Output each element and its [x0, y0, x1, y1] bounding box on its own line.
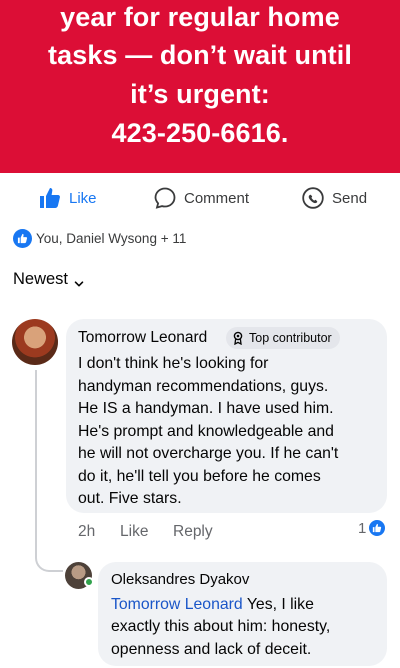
comment-button-label: Comment	[184, 189, 250, 207]
comment-text-line: He IS a handyman. I have used him.	[78, 400, 334, 417]
reply-bubble: Oleksandres Dyakov Tomorrow Leonard Yes,…	[98, 562, 387, 666]
comment-text-line: do it, he'll tell you before he comes	[78, 467, 321, 485]
comment-author-name[interactable]: Tomorrow Leonard	[78, 329, 207, 347]
reactions-summary[interactable]: You, Daniel Wysong + 11	[13, 228, 186, 248]
comment-bubble: Tomorrow Leonard Top contributor I don't…	[66, 319, 387, 513]
chevron-down-icon	[74, 275, 84, 286]
comment-button[interactable]: Comment	[153, 180, 249, 216]
comment-bubble-icon	[153, 186, 177, 210]
mention-link[interactable]: Tomorrow Leonard	[111, 596, 243, 613]
reply-text-fragment: Yes, I like	[242, 596, 314, 613]
reply-text-line: openness and lack of deceit.	[111, 640, 312, 658]
reply-text-line: Tomorrow Leonard Yes, I like	[111, 594, 379, 616]
reaction-count-value: 1	[358, 519, 367, 537]
reply-author-name[interactable]: Oleksandres Dyakov	[111, 571, 249, 588]
comment-sort-dropdown[interactable]: Newest	[13, 270, 84, 289]
like-reaction-icon	[13, 228, 32, 248]
avatar[interactable]	[12, 319, 58, 365]
reply-text-line: exactly this about him: honesty,	[111, 618, 331, 636]
thumbs-up-icon	[38, 186, 62, 210]
banner-text-line: 423-250-6616.	[111, 118, 289, 148]
online-status-dot	[84, 577, 94, 587]
comment-text-line: handyman recommendations, guys.	[78, 377, 329, 395]
banner-text-line: year for regular home	[60, 2, 340, 32]
reply-thread-connector	[35, 540, 63, 572]
comment-text-line: out. Five stars.	[78, 490, 182, 507]
comment-timestamp[interactable]: 2h	[78, 523, 95, 543]
reply-thread-line	[35, 370, 37, 558]
comment-text-line: he will not overcharge you. If he can't	[78, 445, 339, 462]
badge-icon	[232, 331, 244, 346]
top-contributor-label: Top contributor	[249, 331, 332, 345]
banner-text-line: it’s urgent:	[130, 79, 270, 109]
comment-like-button[interactable]: Like	[120, 523, 148, 543]
messenger-icon	[301, 186, 325, 210]
top-contributor-badge: Top contributor	[226, 327, 340, 349]
sort-label: Newest	[13, 270, 69, 288]
comment-reaction-count[interactable]: 1	[358, 519, 387, 537]
like-button[interactable]: Like	[38, 180, 97, 216]
reactions-summary-text: You, Daniel Wysong + 11	[36, 230, 187, 246]
reply-text: Tomorrow Leonard Yes, I like exactly thi…	[111, 594, 379, 661]
like-button-label: Like	[69, 189, 97, 207]
banner-text-line: tasks — don’t wait until	[48, 40, 352, 70]
like-reaction-icon	[368, 519, 387, 537]
send-button-label: Send	[332, 189, 368, 207]
comment-text-line: I don't think he's looking for	[78, 355, 269, 372]
send-button[interactable]: Send	[301, 180, 367, 216]
comment-text: I don't think he's looking for handyman …	[78, 353, 380, 511]
comment-reply-button[interactable]: Reply	[173, 523, 213, 543]
post-image-banner: year for regular home tasks — don’t wait…	[0, 0, 400, 173]
post-action-bar: Like Comment Send	[0, 180, 400, 216]
comment-text-line: He's prompt and knowledgeable and	[78, 422, 334, 440]
